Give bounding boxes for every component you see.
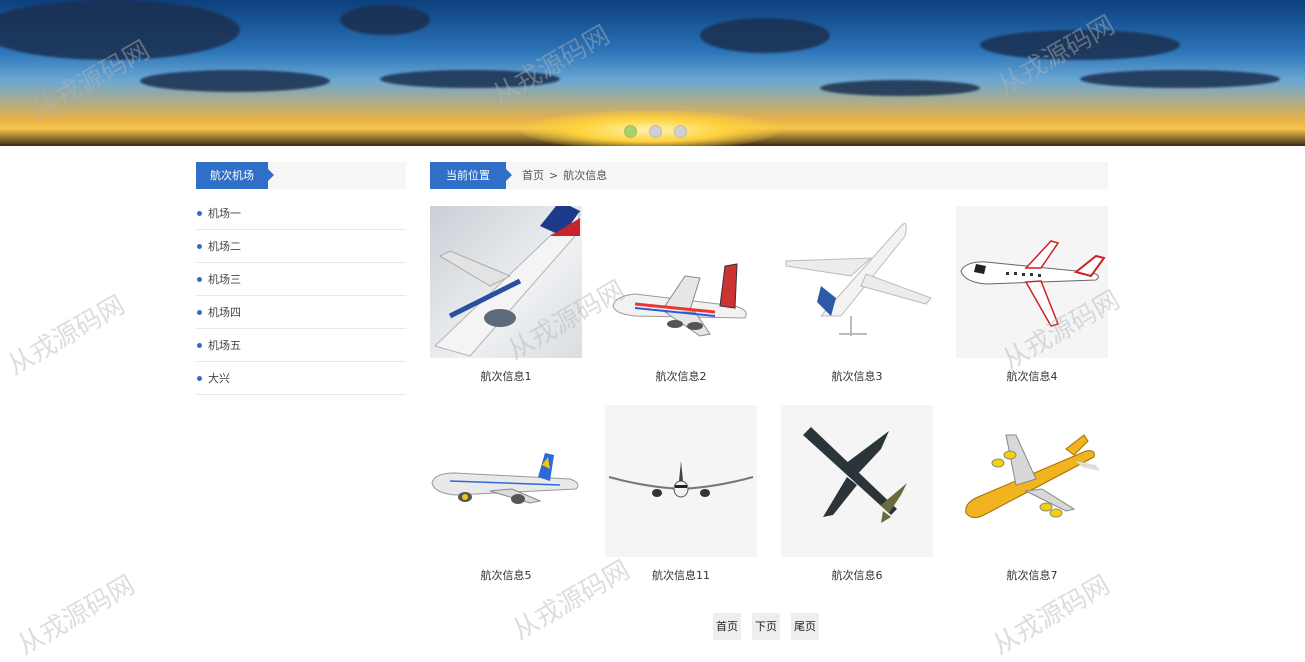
sidebar-header: 航次机场 <box>196 162 406 189</box>
carousel-dot[interactable] <box>674 125 687 138</box>
main-content: 当前位置 首页 > 航次信息 航次信息1 航次信息2 航次信息3 航次信息4 航… <box>430 162 1108 582</box>
sidebar-item[interactable]: 机场三 <box>196 263 406 296</box>
breadcrumb-current[interactable]: 航次信息 <box>563 169 607 182</box>
airplane-icon <box>965 434 1100 519</box>
cloud-shape <box>0 0 240 60</box>
last-page-button[interactable]: 尾页 <box>791 613 819 640</box>
airplane-icon <box>431 453 579 504</box>
sidebar-item[interactable]: 机场二 <box>196 230 406 263</box>
cloud-shape <box>1080 70 1280 88</box>
sidebar-item[interactable]: 机场五 <box>196 329 406 362</box>
flight-caption[interactable]: 航次信息3 <box>781 368 933 384</box>
flight-card[interactable]: 航次信息1 <box>430 206 582 384</box>
flight-caption[interactable]: 航次信息2 <box>605 368 757 384</box>
cloud-shape <box>980 30 1180 60</box>
flight-caption[interactable]: 航次信息5 <box>430 567 582 583</box>
flight-card[interactable]: 航次信息4 <box>956 206 1108 384</box>
airplane-icon <box>960 240 1106 327</box>
sidebar: 航次机场 机场一 机场二 机场三 机场四 机场五 大兴 <box>196 162 406 395</box>
carousel-dot[interactable] <box>649 125 662 138</box>
flight-card[interactable]: 航次信息2 <box>605 206 757 384</box>
flight-caption[interactable]: 航次信息4 <box>956 368 1108 384</box>
flight-image[interactable] <box>430 206 582 358</box>
flight-image[interactable] <box>605 405 757 557</box>
breadcrumb-path: 首页 > 航次信息 <box>522 162 607 189</box>
flight-caption[interactable]: 航次信息6 <box>781 567 933 583</box>
flight-caption[interactable]: 航次信息7 <box>956 567 1108 583</box>
breadcrumb: 当前位置 首页 > 航次信息 <box>430 162 1108 189</box>
flight-card[interactable]: 航次信息5 <box>430 405 582 583</box>
flight-card[interactable]: 航次信息7 <box>956 405 1108 583</box>
sidebar-title: 航次机场 <box>196 162 274 189</box>
flight-image[interactable] <box>605 206 757 358</box>
cloud-shape <box>820 80 980 96</box>
sidebar-item[interactable]: 大兴 <box>196 362 406 395</box>
cloud-shape <box>380 70 560 88</box>
breadcrumb-separator: > <box>549 169 559 182</box>
airplane-icon <box>803 427 907 523</box>
watermark: 从戎源码网 <box>12 570 141 662</box>
flight-image[interactable] <box>430 405 582 557</box>
flight-image[interactable] <box>956 405 1108 557</box>
sidebar-item[interactable]: 机场一 <box>196 197 406 230</box>
airplane-icon <box>434 206 581 357</box>
sidebar-item[interactable]: 机场四 <box>196 296 406 329</box>
carousel-dot[interactable] <box>624 125 637 138</box>
hero-banner <box>0 0 1305 146</box>
airplane-icon <box>785 223 932 336</box>
flight-card[interactable]: 航次信息3 <box>781 206 933 384</box>
next-page-button[interactable]: 下页 <box>752 613 780 640</box>
pagination: 首页 下页 尾页 <box>713 613 819 640</box>
cloud-shape <box>140 70 330 92</box>
airplane-icon <box>612 263 747 337</box>
breadcrumb-home-link[interactable]: 首页 <box>522 169 544 182</box>
flight-image[interactable] <box>956 206 1108 358</box>
watermark: 从戎源码网 <box>2 290 131 382</box>
sidebar-list: 机场一 机场二 机场三 机场四 机场五 大兴 <box>196 197 406 395</box>
airplane-icon <box>608 461 754 498</box>
first-page-button[interactable]: 首页 <box>713 613 741 640</box>
flight-caption[interactable]: 航次信息1 <box>430 368 582 384</box>
flight-image[interactable] <box>781 405 933 557</box>
breadcrumb-title: 当前位置 <box>430 162 512 189</box>
flight-card[interactable]: 航次信息6 <box>781 405 933 583</box>
cloud-shape <box>700 18 830 53</box>
flight-caption[interactable]: 航次信息11 <box>605 567 757 583</box>
flight-image[interactable] <box>781 206 933 358</box>
cloud-shape <box>340 5 430 35</box>
flight-card[interactable]: 航次信息11 <box>605 405 757 583</box>
carousel-dots <box>624 125 687 138</box>
